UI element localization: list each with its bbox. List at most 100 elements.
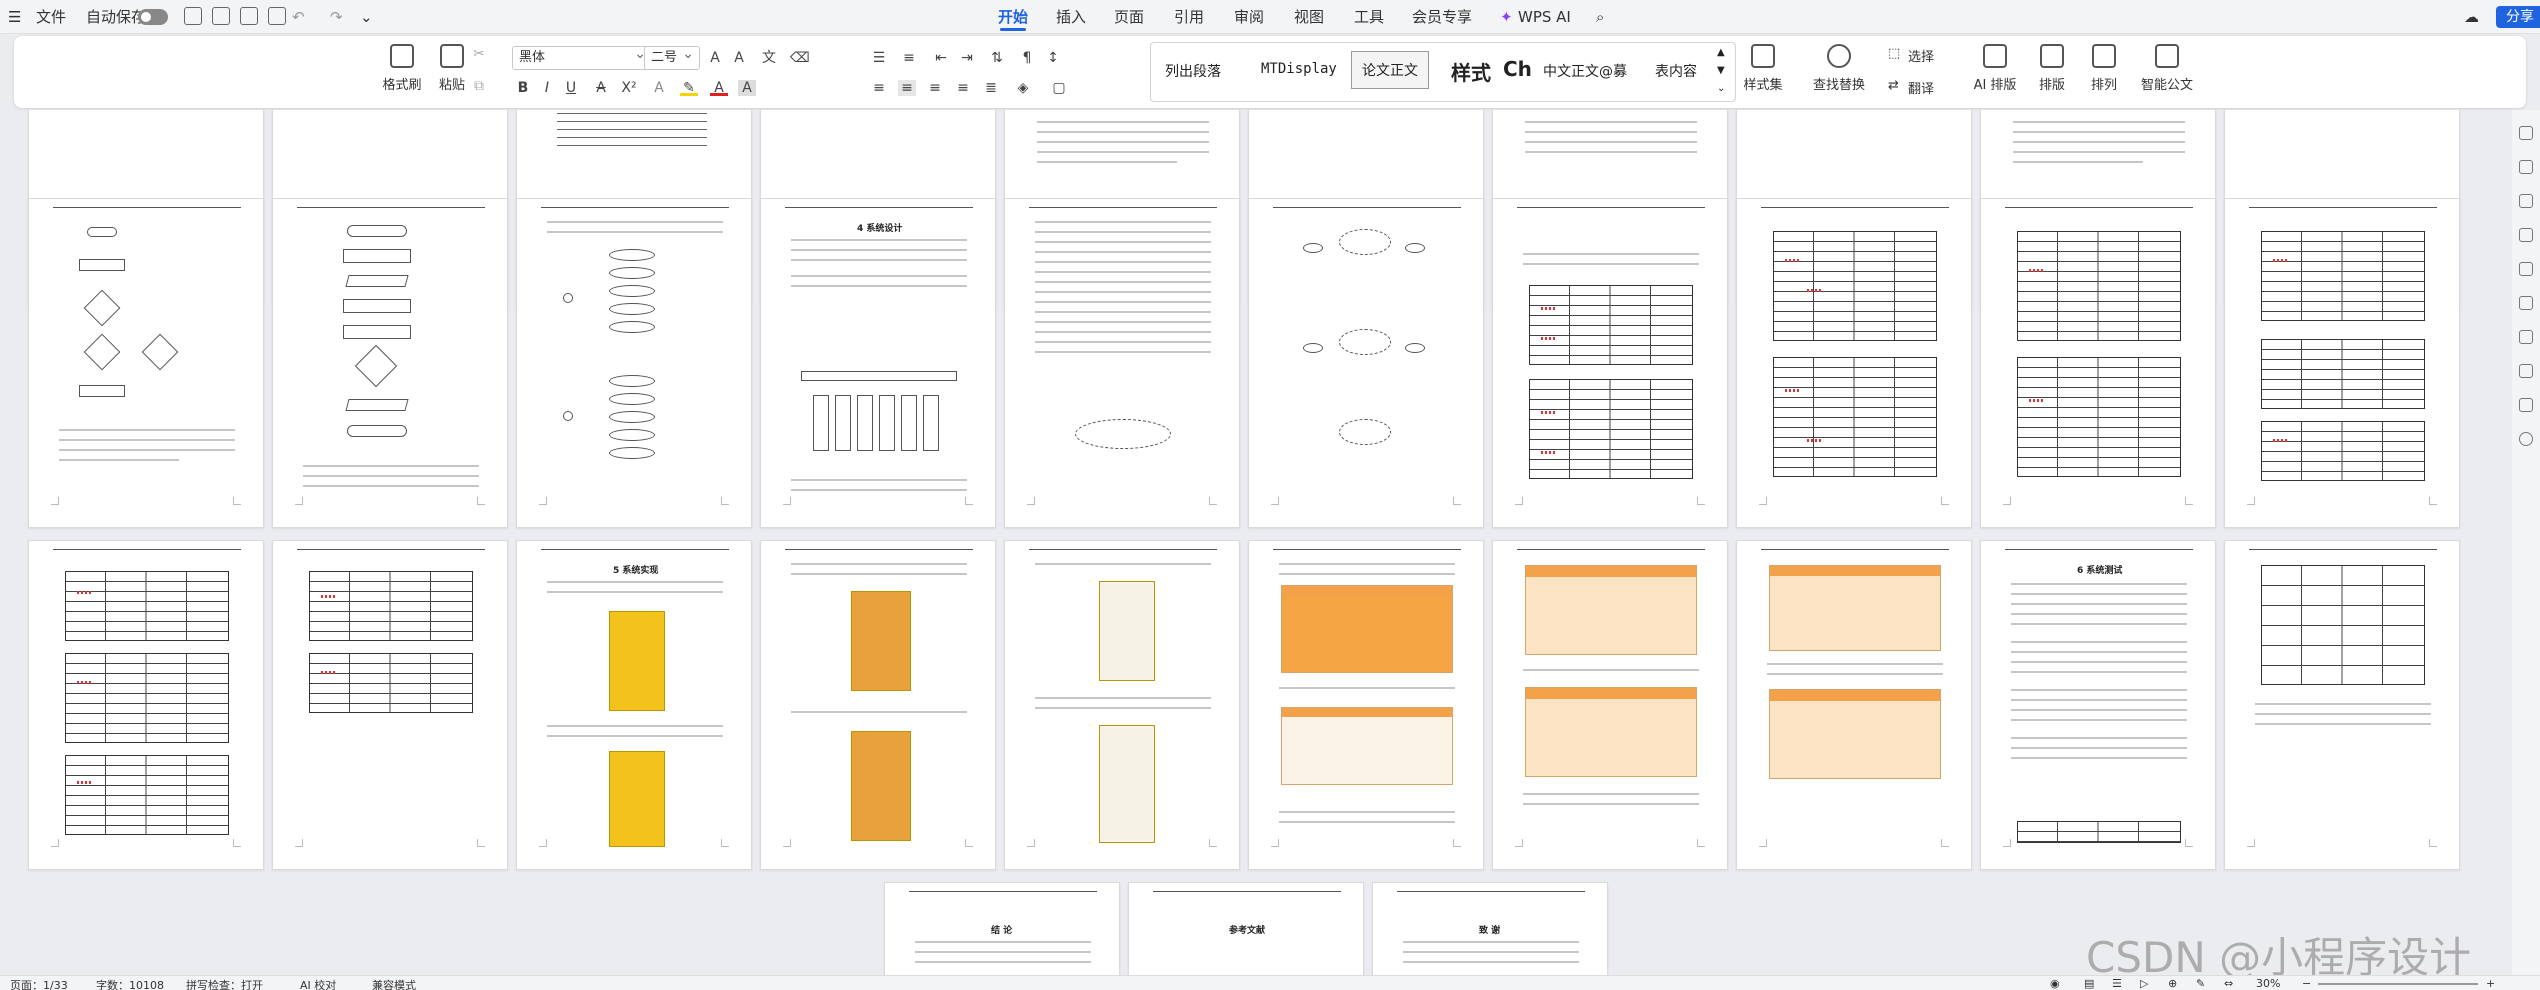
tab-view[interactable]: 视图 <box>1294 0 1324 34</box>
page-thumbnail[interactable] <box>1736 198 1972 528</box>
sidebar-tool-icon[interactable] <box>2519 330 2533 344</box>
page-thumbnail[interactable] <box>2224 198 2460 528</box>
page-thumbnail[interactable]: 5 系统实现 <box>516 540 752 870</box>
print-icon[interactable] <box>240 7 258 25</box>
page-thumbnail[interactable] <box>1980 198 2216 528</box>
page-thumbnail[interactable]: 参考文献 <box>1128 882 1364 975</box>
share-button[interactable]: 分享 <box>2496 6 2540 28</box>
tab-home[interactable]: 开始 <box>998 0 1028 34</box>
sidebar-tool-icon[interactable] <box>2519 296 2533 310</box>
page-thumbnail[interactable] <box>1248 540 1484 870</box>
style-list-paragraph[interactable]: 列出段落 <box>1165 61 1221 81</box>
align-right-icon[interactable]: ≡ <box>926 80 944 96</box>
print-preview-icon[interactable] <box>268 7 286 25</box>
autosave-toggle[interactable] <box>138 9 168 25</box>
font-size-select[interactable]: 二号 <box>644 43 700 70</box>
superscript-icon[interactable]: X² <box>620 80 638 96</box>
page-thumbnail[interactable]: 6 系统测试 <box>1980 540 2216 870</box>
spellcheck-status[interactable]: 拼写检查：打开 <box>186 977 263 990</box>
select-button[interactable]: 选择 <box>1908 46 1934 65</box>
quick-access-more-icon[interactable]: ⌄ <box>360 0 373 34</box>
sidebar-tool-icon[interactable] <box>2519 262 2533 276</box>
cut-icon[interactable]: ✂ <box>470 46 488 62</box>
word-count[interactable]: 字数：10108 <box>96 977 164 990</box>
arrange-button[interactable]: 排列 <box>2080 44 2128 93</box>
zoom-level[interactable]: 30% <box>2256 977 2280 990</box>
zoom-slider[interactable] <box>2318 983 2478 985</box>
paste-button[interactable]: 粘贴 <box>428 44 476 93</box>
align-left-icon[interactable]: ≡ <box>870 80 888 96</box>
undo-icon[interactable]: ↶ <box>292 0 305 34</box>
tab-wps-ai[interactable]: WPS AI <box>1518 0 1571 34</box>
indent-icon[interactable]: ⇥ <box>958 50 976 66</box>
bold-icon[interactable]: B <box>514 80 532 96</box>
style-gallery-down-icon[interactable]: ▼ <box>1717 65 1725 76</box>
page-thumbnail[interactable] <box>1004 198 1240 528</box>
bullets-icon[interactable]: ☰ <box>870 50 888 66</box>
page-thumbnail[interactable] <box>516 198 752 528</box>
grow-font-icon[interactable]: A <box>706 50 724 66</box>
translate-button[interactable]: 翻译 <box>1908 78 1934 97</box>
find-replace-button[interactable]: 查找替换 <box>1804 44 1874 93</box>
page-thumbnail[interactable]: 结 论 <box>884 882 1120 975</box>
style-style[interactable]: 样式 <box>1451 57 1491 86</box>
style-gallery-up-icon[interactable]: ▲ <box>1717 47 1725 58</box>
page-thumbnail[interactable] <box>28 198 264 528</box>
style-gallery-expand-icon[interactable]: ⌄ <box>1717 83 1725 94</box>
copy-icon[interactable]: ⧉ <box>470 78 488 94</box>
sort-icon[interactable]: ⇅ <box>988 50 1006 66</box>
tab-page[interactable]: 页面 <box>1114 0 1144 34</box>
page-count[interactable]: 页面：1/33 <box>10 977 68 990</box>
cloud-icon[interactable]: ☁ <box>2464 0 2479 34</box>
tab-member[interactable]: 会员专享 <box>1412 0 1472 34</box>
sidebar-tool-icon[interactable] <box>2519 364 2533 378</box>
outline-view-icon[interactable]: ☰ <box>2112 977 2122 990</box>
zoom-out-icon[interactable]: − <box>2302 977 2311 990</box>
borders-icon[interactable]: ▢ <box>1050 80 1068 96</box>
search-icon[interactable]: ⌕ <box>1596 0 1604 34</box>
smart-doc-button[interactable]: 智能公文 <box>2136 44 2198 93</box>
paragraph-marks-icon[interactable]: ¶ <box>1018 50 1036 66</box>
page-thumbnail[interactable] <box>272 540 508 870</box>
page-thumbnail[interactable] <box>272 198 508 528</box>
page-thumbnail[interactable] <box>28 540 264 870</box>
page-thumbnail[interactable]: 致 谢 <box>1372 882 1608 975</box>
style-thesis-body[interactable]: 论文正文 <box>1351 51 1429 89</box>
style-mtdisplay[interactable]: MTDisplay <box>1261 61 1337 77</box>
distribute-icon[interactable]: ≣ <box>982 80 1000 96</box>
save-icon[interactable] <box>184 7 202 25</box>
style-table-content[interactable]: 表内容 <box>1655 61 1697 81</box>
strikethrough-icon[interactable]: A <box>592 80 610 96</box>
style-ch[interactable]: Ch <box>1503 57 1532 81</box>
shading-icon[interactable]: ◈ <box>1014 80 1032 96</box>
page-thumbnail[interactable] <box>2224 540 2460 870</box>
page-thumbnail[interactable]: 4 系统设计 <box>760 198 996 528</box>
eye-icon[interactable]: ◉ <box>2050 977 2060 990</box>
export-pdf-icon[interactable] <box>212 7 230 25</box>
web-view-icon[interactable]: ⊕ <box>2168 977 2177 990</box>
tab-references[interactable]: 引用 <box>1174 0 1204 34</box>
ai-proofread[interactable]: AI 校对 <box>300 977 336 990</box>
tab-tools[interactable]: 工具 <box>1354 0 1384 34</box>
file-menu[interactable]: 文件 <box>36 0 66 34</box>
layout-button[interactable]: 排版 <box>2028 44 2076 93</box>
write-view-icon[interactable]: ✎ <box>2196 977 2205 990</box>
tab-review[interactable]: 审阅 <box>1234 0 1264 34</box>
page-thumbnail[interactable] <box>1736 540 1972 870</box>
sidebar-tool-icon[interactable] <box>2519 228 2533 242</box>
char-shading-icon[interactable]: A <box>738 80 756 96</box>
sidebar-tool-icon[interactable] <box>2519 160 2533 174</box>
sidebar-tool-icon[interactable] <box>2519 126 2533 140</box>
tab-insert[interactable]: 插入 <box>1056 0 1086 34</box>
fit-width-icon[interactable]: ⇔ <box>2224 977 2233 990</box>
font-name-select[interactable]: 黑体 <box>512 43 652 70</box>
sidebar-tool-icon[interactable] <box>2519 194 2533 208</box>
page-thumbnail[interactable] <box>1248 198 1484 528</box>
document-viewport[interactable]: 4 系统设计 5 系统实现 6 系统测试 结 论 参考文献 致 谢 <box>0 110 2540 975</box>
format-painter-button[interactable]: 格式刷 <box>378 44 426 93</box>
page-view-icon[interactable]: ▤ <box>2084 977 2094 990</box>
zoom-in-icon[interactable]: + <box>2486 977 2495 990</box>
outdent-icon[interactable]: ⇤ <box>932 50 950 66</box>
page-thumbnail[interactable] <box>1004 540 1240 870</box>
page-thumbnail[interactable] <box>760 540 996 870</box>
